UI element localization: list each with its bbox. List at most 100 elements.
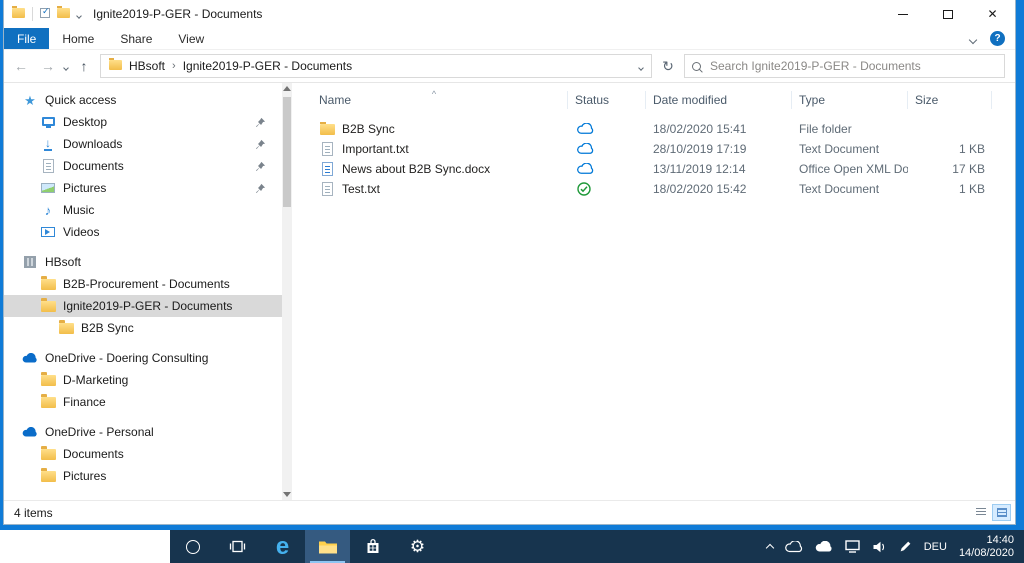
up-button[interactable]: ↑	[73, 58, 95, 74]
column-header-type[interactable]: Type	[792, 91, 908, 109]
sidebar-item-onedrive-personal[interactable]: OneDrive - Personal	[4, 421, 282, 443]
forward-button[interactable]: →	[37, 58, 59, 74]
ribbon-tab-home[interactable]: Home	[49, 28, 107, 49]
show-hidden-icons-chevron-icon[interactable]	[765, 540, 774, 554]
ribbon-tab-file[interactable]: File	[4, 28, 50, 49]
scrollbar-thumb[interactable]	[283, 97, 291, 207]
help-icon[interactable]: ?	[990, 31, 1005, 46]
sidebar-item-videos[interactable]: Videos	[4, 221, 282, 243]
pin-icon	[256, 139, 266, 149]
txt-icon	[319, 182, 335, 196]
edge-button[interactable]: e	[260, 530, 305, 563]
close-button[interactable]: ✕	[970, 0, 1015, 28]
breadcrumb-item[interactable]: HBsoft	[129, 59, 165, 73]
file-explorer-icon	[318, 541, 337, 553]
settings-button[interactable]: ⚙	[395, 530, 440, 563]
sidebar-item-label: Pictures	[63, 181, 107, 195]
taskbar: e ⚙ DEU 14:40 14/08/2020	[0, 530, 1024, 563]
customize-qat-chevron-icon[interactable]	[76, 7, 82, 21]
address-bar[interactable]: HBsoft › Ignite2019-P-GER - Documents	[100, 54, 652, 78]
address-dropdown-icon[interactable]	[638, 59, 644, 73]
sidebar-item-b2b-sync[interactable]: B2B Sync	[4, 317, 282, 339]
maximize-button[interactable]	[925, 0, 970, 28]
file-row-b2b-sync[interactable]: B2B Sync 18/02/2020 15:41 File folder	[312, 119, 1015, 139]
breadcrumb-item[interactable]: Ignite2019-P-GER - Documents	[183, 59, 352, 73]
minimize-button[interactable]	[880, 0, 925, 28]
building-icon	[22, 256, 38, 268]
sidebar-item-downloads[interactable]: ↓ Downloads	[4, 133, 282, 155]
scroll-down-icon[interactable]	[283, 492, 291, 497]
folder-icon	[40, 445, 56, 460]
file-row-news-about-b2b-sync-docx[interactable]: News about B2B Sync.docx 13/11/2019 12:1…	[312, 159, 1015, 179]
file-name: B2B Sync	[342, 122, 395, 136]
sidebar-item-b2b-procurement-documents[interactable]: B2B-Procurement - Documents	[4, 273, 282, 295]
column-headers: Name ^ Status Date modified Type Size	[312, 89, 1015, 111]
column-header-size[interactable]: Size	[908, 91, 992, 109]
list-view-button[interactable]	[971, 504, 990, 521]
pictures-icon	[40, 183, 56, 193]
back-button[interactable]: ←	[10, 58, 32, 74]
task-view-button[interactable]	[215, 530, 260, 563]
ribbon-tab-view[interactable]: View	[165, 28, 217, 49]
folder-icon	[40, 275, 56, 290]
taskbar-clock[interactable]: 14:40 14/08/2020	[959, 534, 1014, 560]
network-icon[interactable]	[845, 540, 860, 553]
pen-icon[interactable]	[899, 540, 912, 553]
sidebar-item-music[interactable]: ♪ Music	[4, 199, 282, 221]
properties-icon[interactable]	[40, 6, 50, 21]
sidebar-item-d-marketing[interactable]: D-Marketing	[4, 369, 282, 391]
column-header-name[interactable]: Name ^	[312, 89, 568, 109]
docx-icon	[319, 162, 335, 176]
sidebar-item-ignite2019-p-ger-documents[interactable]: Ignite2019-P-GER - Documents	[4, 295, 282, 317]
ribbon-tab-share[interactable]: Share	[107, 28, 165, 49]
onedrive-cloud-filled-icon[interactable]	[815, 540, 833, 553]
onedrive-cloud-outline-icon[interactable]	[784, 540, 803, 553]
new-folder-icon[interactable]	[57, 6, 70, 21]
sidebar-item-pictures[interactable]: Pictures	[4, 465, 282, 487]
sidebar-item-label: Music	[63, 203, 95, 217]
column-header-date-modified[interactable]: Date modified	[646, 91, 792, 109]
file-name: Important.txt	[342, 142, 409, 156]
taskbar-search-box[interactable]	[0, 530, 170, 563]
file-row-important-txt[interactable]: Important.txt 28/10/2019 17:19 Text Docum…	[312, 139, 1015, 159]
search-input[interactable]	[708, 58, 997, 74]
details-view-button[interactable]	[992, 504, 1011, 521]
file-type: Text Document	[799, 142, 880, 156]
sidebar-item-finance[interactable]: Finance	[4, 391, 282, 413]
view-toggles	[971, 504, 1011, 521]
cloud-icon	[22, 426, 38, 438]
search-box[interactable]	[684, 54, 1005, 78]
sidebar-item-hbsoft[interactable]: HBsoft	[4, 251, 282, 273]
sidebar-item-quick-access[interactable]: ★ Quick access	[4, 89, 282, 111]
sidebar-item-documents[interactable]: Documents	[4, 155, 282, 177]
file-explorer-button[interactable]	[305, 530, 350, 563]
file-status	[568, 163, 646, 175]
sidebar-item-documents[interactable]: Documents	[4, 443, 282, 465]
ribbon-tab-bar: File Home Share View ?	[4, 28, 1015, 50]
status-cloud-icon	[577, 143, 594, 154]
navigation-scrollbar[interactable]	[282, 83, 292, 500]
column-header-status[interactable]: Status	[568, 91, 646, 109]
refresh-button[interactable]: ↻	[657, 58, 679, 75]
search-icon	[692, 61, 701, 71]
expand-ribbon-chevron-icon[interactable]	[968, 32, 978, 46]
minimize-icon	[897, 13, 908, 15]
cortana-icon	[185, 539, 200, 554]
recent-locations-chevron-icon[interactable]	[63, 59, 69, 73]
pin-icon	[256, 161, 266, 171]
volume-icon[interactable]	[872, 541, 887, 553]
sidebar-item-desktop[interactable]: Desktop	[4, 111, 282, 133]
scroll-up-icon[interactable]	[283, 86, 291, 91]
sidebar-item-onedrive-doering-consulting[interactable]: OneDrive - Doering Consulting	[4, 347, 282, 369]
list-view-icon	[975, 508, 986, 517]
language-indicator[interactable]: DEU	[924, 541, 947, 553]
file-name: News about B2B Sync.docx	[342, 162, 491, 176]
folder-icon	[40, 393, 56, 408]
navigation-tree: ★ Quick access Desktop ↓ Downloads Document…	[4, 89, 282, 487]
store-button[interactable]	[350, 530, 395, 563]
cortana-button[interactable]	[170, 530, 215, 563]
explorer-app-icon	[12, 6, 25, 21]
file-row-test-txt[interactable]: Test.txt 18/02/2020 15:42 Text Document 1 …	[312, 179, 1015, 199]
folder-icon	[319, 122, 335, 135]
sidebar-item-pictures[interactable]: Pictures	[4, 177, 282, 199]
